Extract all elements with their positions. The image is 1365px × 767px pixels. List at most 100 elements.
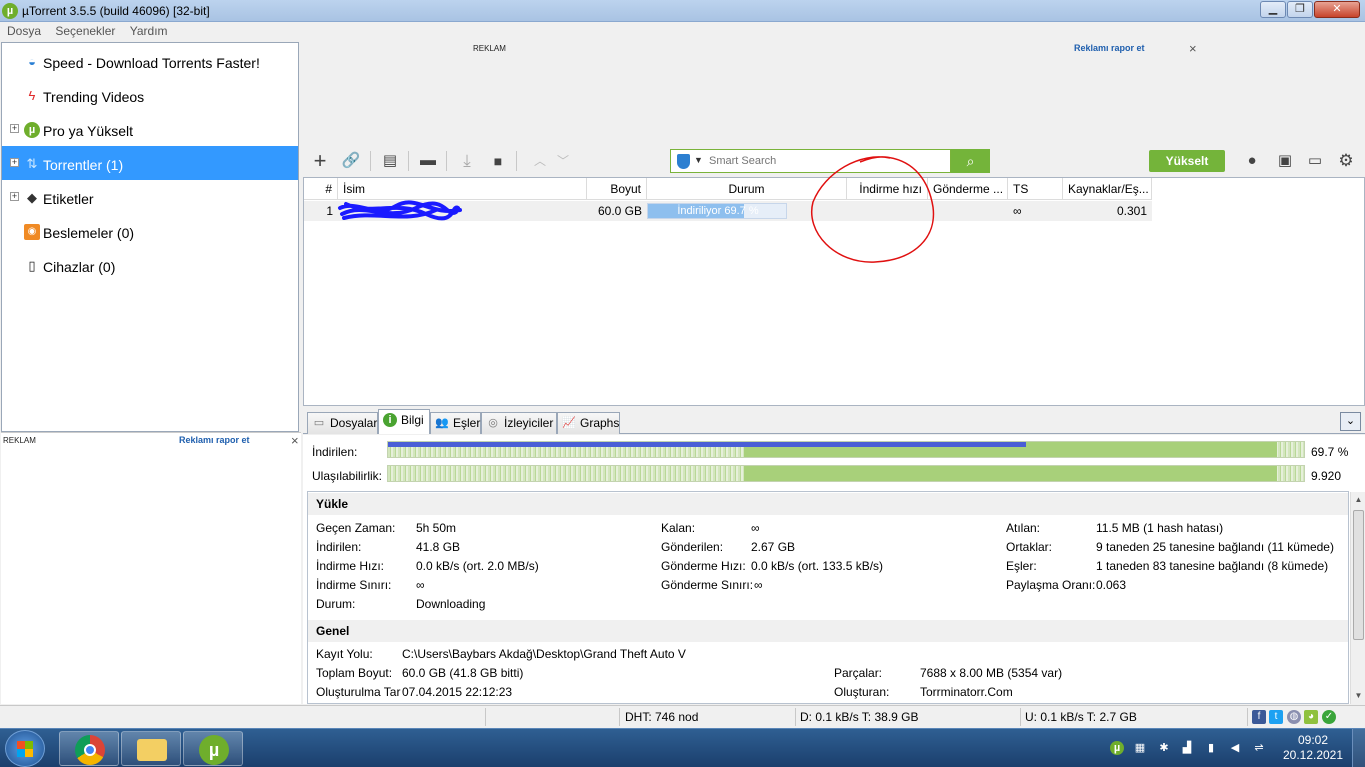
tag-icon: ◆ <box>27 190 37 205</box>
column-seeds-peers[interactable]: Kaynaklar/Eş... <box>1063 178 1152 200</box>
sidebar-item-trending[interactable]: ϟ Trending Videos <box>2 78 298 112</box>
create-torrent-icon[interactable]: ▤ <box>380 151 400 171</box>
sidebar-item-torrents[interactable]: + ⇅ Torrentler (1) <box>2 146 298 180</box>
column-up-speed[interactable]: Gönderme ... <box>928 178 1008 200</box>
column-eta[interactable]: TS <box>1008 178 1063 200</box>
taskbar-utorrent[interactable]: µ <box>183 731 243 766</box>
tab-peers[interactable]: 👥 Eşler <box>430 412 481 434</box>
row-size: 60.0 GB <box>597 204 642 218</box>
chat-icon[interactable]: ▣ <box>1275 151 1295 171</box>
speedometer-icon: ◒ <box>28 54 36 69</box>
tray-app-icon[interactable]: ▦ <box>1133 741 1147 755</box>
elapsed-label: Geçen Zaman: <box>316 521 396 535</box>
remaining-value: ∞ <box>751 521 760 535</box>
utorrent-tray-icon[interactable]: µ <box>1110 741 1124 755</box>
downloaded-value: 41.8 GB <box>416 540 461 554</box>
tab-files[interactable]: ▭ Dosyalar <box>307 412 378 434</box>
taskbar-chrome[interactable] <box>59 731 119 766</box>
elapsed-value: 5h 50m <box>416 521 457 535</box>
menu-options[interactable]: Seçenekler <box>55 22 115 41</box>
chevron-down-icon[interactable]: ▼ <box>694 155 703 165</box>
language-icon[interactable]: ⇌ <box>1252 741 1266 755</box>
created-on-value: 07.04.2015 22:12:23 <box>402 685 513 699</box>
download-icon[interactable]: ⤓ <box>457 151 477 171</box>
report-ad-link[interactable]: Reklamı rapor et <box>1074 43 1145 53</box>
peers-label: Eşler: <box>1006 559 1037 573</box>
availability-bar-solid <box>744 466 1277 481</box>
lightbulb-icon[interactable]: ● <box>1242 151 1262 171</box>
row-number: 1 <box>326 204 333 218</box>
expand-icon[interactable]: + <box>10 158 19 167</box>
scrollbar-thumb[interactable] <box>1353 510 1364 640</box>
battery-icon[interactable]: ▮ <box>1204 741 1218 755</box>
sidebar-item-label: Pro ya Yükselt <box>43 123 134 139</box>
taskbar-explorer[interactable] <box>121 731 181 766</box>
report-ad-link[interactable]: Reklamı rapor et <box>179 435 250 445</box>
device-icon: ▯ <box>28 258 36 273</box>
expand-icon[interactable]: + <box>10 124 19 133</box>
volume-icon[interactable]: ◀ <box>1228 741 1242 755</box>
delete-icon[interactable]: ▬ <box>418 151 438 171</box>
gear-icon[interactable]: ⚙ <box>1336 151 1356 171</box>
tab-trackers[interactable]: ◎ İzleyiciler <box>481 412 557 434</box>
column-number[interactable]: # <box>304 178 338 200</box>
created-by-label: Oluşturan: <box>834 685 890 699</box>
sidebar-item-labels[interactable]: + ◆ Etiketler <box>2 180 298 214</box>
upgrade-button[interactable]: Yükselt <box>1149 150 1225 172</box>
detail-tabs: ▭ Dosyalar i Bilgi 👥 Eşler ◎ İzleyiciler… <box>303 408 1365 434</box>
tab-info[interactable]: i Bilgi <box>378 409 430 434</box>
wasted-value: 11.5 MB (1 hash hatası) <box>1096 521 1224 535</box>
menu-file[interactable]: Dosya <box>7 22 41 41</box>
search-button[interactable]: ⌕ <box>951 149 990 173</box>
bluetooth-icon[interactable]: ✱ <box>1157 741 1171 755</box>
share-ratio-value: 0.063 <box>1096 578 1127 592</box>
sidebar-item-devices[interactable]: ▯ Cihazlar (0) <box>2 248 298 282</box>
close-icon: ✕ <box>1332 3 1342 15</box>
close-button[interactable]: ✕ <box>1314 1 1360 18</box>
scroll-down-icon[interactable]: ▼ <box>1351 688 1365 703</box>
close-ad-icon[interactable]: × <box>1189 41 1197 56</box>
minimize-button[interactable]: ▁ <box>1260 1 1286 18</box>
globe-icon[interactable]: ◍ <box>1287 710 1301 724</box>
column-size[interactable]: Boyut <box>587 178 647 200</box>
remote-icon[interactable]: ▭ <box>1305 151 1325 171</box>
red-circle-annotation <box>810 156 935 263</box>
sidebar-item-label: Trending Videos <box>43 89 145 105</box>
ad-label: REKLAM <box>473 44 506 53</box>
close-ad-icon[interactable]: × <box>291 433 299 448</box>
file-explorer-icon <box>137 739 167 761</box>
start-button[interactable] <box>5 730 45 767</box>
scroll-up-icon[interactable]: ▲ <box>1351 492 1365 507</box>
maximize-button[interactable]: ❐ <box>1287 1 1313 18</box>
tab-graphs[interactable]: 📈 Graphs <box>557 412 620 434</box>
row-progress-bar: İndiriliyor 69.7 % <box>647 203 787 219</box>
uploaded-value: 2.67 GB <box>751 540 796 554</box>
move-down-icon[interactable]: ﹀ <box>553 151 573 171</box>
pieces-label: Parçalar: <box>834 666 883 680</box>
status-label: Durum: <box>316 597 356 611</box>
signal-icon[interactable]: ▟ <box>1180 741 1194 755</box>
add-link-icon[interactable]: 🔗 <box>341 151 361 171</box>
taskbar-clock[interactable]: 09:02 20.12.2021 <box>1282 733 1344 763</box>
dht-status: DHT: 746 nod <box>625 710 699 724</box>
info-scrollbar[interactable]: ▲ ▼ <box>1350 492 1365 704</box>
expand-icon[interactable]: + <box>10 192 19 201</box>
sidebar-item-pro[interactable]: + µ Pro ya Yükselt <box>2 112 298 146</box>
network-ok-icon[interactable]: ✓ <box>1322 710 1336 724</box>
menu-help[interactable]: Yardım <box>130 22 168 41</box>
row-ratio: 0.301 <box>1116 204 1147 218</box>
show-desktop-button[interactable] <box>1352 729 1365 767</box>
stop-icon[interactable]: ■ <box>488 151 508 171</box>
download-speed-label: İndirme Hızı: <box>316 559 385 573</box>
collapse-panel-button[interactable]: ⌄ <box>1340 412 1361 431</box>
add-torrent-icon[interactable]: + <box>310 150 330 172</box>
sidebar-item-feeds[interactable]: ◉ Beslemeler (0) <box>2 214 298 248</box>
tab-label: Graphs <box>580 416 620 430</box>
chrome-icon <box>75 735 105 765</box>
sidebar-item-speed[interactable]: ◒ Speed - Download Torrents Faster! <box>2 44 298 78</box>
facebook-icon[interactable]: f <box>1252 710 1266 724</box>
move-up-icon[interactable]: ︿ <box>530 151 550 171</box>
android-icon[interactable]: ◕ <box>1304 710 1318 724</box>
twitter-icon[interactable]: t <box>1269 710 1283 724</box>
info-details: Yükle Geçen Zaman: 5h 50m İndirilen: 41.… <box>307 491 1349 704</box>
